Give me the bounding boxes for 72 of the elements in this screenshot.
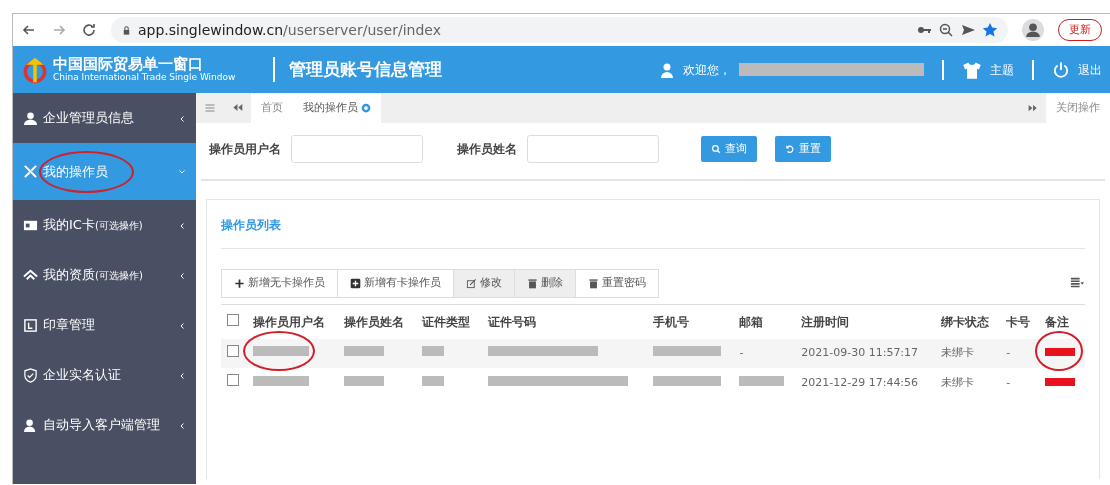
toolbar-button[interactable]: 重置密码: [575, 269, 659, 298]
trash-icon: [527, 277, 538, 289]
profile-icon[interactable]: [1022, 19, 1044, 41]
sidebar-item[interactable]: 我的资质(可选操作): [13, 250, 196, 300]
user-icon: [23, 417, 38, 433]
chevron-left-icon: [178, 221, 186, 230]
send-icon[interactable]: [960, 22, 976, 38]
chevron-left-icon: [178, 321, 186, 330]
table-cell: 2021-12-29 17:44:56: [801, 375, 919, 389]
column-header: 操作员用户名: [247, 304, 339, 339]
annotation-circle: [1035, 330, 1084, 371]
chevron-left-icon: [178, 421, 186, 430]
field-label: 操作员用户名: [209, 141, 281, 158]
user-icon: [23, 110, 38, 126]
undo-icon: [785, 144, 795, 154]
column-header: 手机号: [646, 304, 734, 339]
lock-icon: [121, 24, 132, 36]
sidebar-item[interactable]: 企业管理员信息: [13, 93, 196, 143]
chevron-left-icon: [178, 371, 186, 380]
tab[interactable]: 我的操作员: [293, 93, 381, 123]
column-header: 邮箱: [733, 304, 796, 339]
table-cell: 未绑卡: [941, 346, 975, 359]
checkbox[interactable]: [227, 344, 239, 357]
checkbox[interactable]: [227, 374, 239, 386]
close-operations-button[interactable]: 关闭操作: [1046, 93, 1110, 123]
column-header: 卡号: [1000, 304, 1040, 339]
trash-icon: [588, 277, 599, 289]
list-title: 操作员列表: [221, 216, 1085, 249]
shield-check-icon: [23, 367, 38, 383]
zoom-out-icon[interactable]: [938, 22, 954, 38]
column-header: 证件号码: [481, 304, 647, 339]
close-tab-icon[interactable]: [361, 103, 371, 113]
chevron-down-icon: [178, 168, 186, 176]
checkbox[interactable]: [227, 313, 239, 326]
column-header: 注册时间: [795, 304, 936, 339]
sidebar-item[interactable]: 印章管理: [13, 300, 196, 350]
rewind-icon[interactable]: [232, 102, 243, 114]
search-icon: [711, 144, 721, 154]
site-subtitle: China International Trade Single Window: [53, 71, 236, 83]
plus-square-icon: [350, 277, 361, 289]
column-header: 备注: [1039, 304, 1085, 339]
site-title: 中国国际贸易单一窗口: [53, 56, 204, 72]
reload-icon[interactable]: [81, 22, 97, 38]
sidebar-item[interactable]: 我的IC卡(可选操作): [13, 200, 196, 250]
column-header: 证件类型: [416, 304, 482, 339]
toolbar-button[interactable]: 新增无卡操作员: [221, 269, 338, 298]
field-label: 操作员姓名: [457, 141, 517, 158]
bookmark-star-icon[interactable]: [982, 22, 998, 38]
tab[interactable]: 首页: [251, 93, 293, 123]
column-header: 操作员姓名: [338, 304, 417, 339]
table-cell: -: [1006, 375, 1011, 389]
chevron-left-icon: [178, 114, 186, 123]
chevron-up-icon: [23, 267, 38, 283]
fast-forward-icon[interactable]: [1028, 102, 1038, 113]
power-icon[interactable]: [1052, 60, 1070, 79]
chevron-left-icon: [178, 271, 186, 280]
sidebar-item[interactable]: 企业实名认证: [13, 350, 196, 400]
page-title: 管理员账号信息管理: [273, 56, 443, 83]
update-button[interactable]: 更新: [1058, 18, 1102, 42]
edit-icon: [466, 277, 477, 289]
table-cell: 未绑卡: [941, 375, 975, 389]
table-cell: -: [1006, 346, 1011, 359]
user-icon: [659, 61, 675, 78]
plus-icon: [234, 277, 245, 289]
table-cell: 2021-09-30 11:57:17: [801, 346, 919, 359]
table-cell: -: [739, 346, 744, 359]
search-field[interactable]: [291, 135, 423, 163]
toolbar-button[interactable]: 新增有卡操作员: [337, 269, 454, 298]
welcome-text: 欢迎您，: [683, 61, 731, 79]
search-field[interactable]: [527, 135, 659, 163]
sidebar-item[interactable]: 自动导入客户端管理: [13, 400, 196, 450]
column-header: 绑卡状态: [935, 304, 1001, 339]
